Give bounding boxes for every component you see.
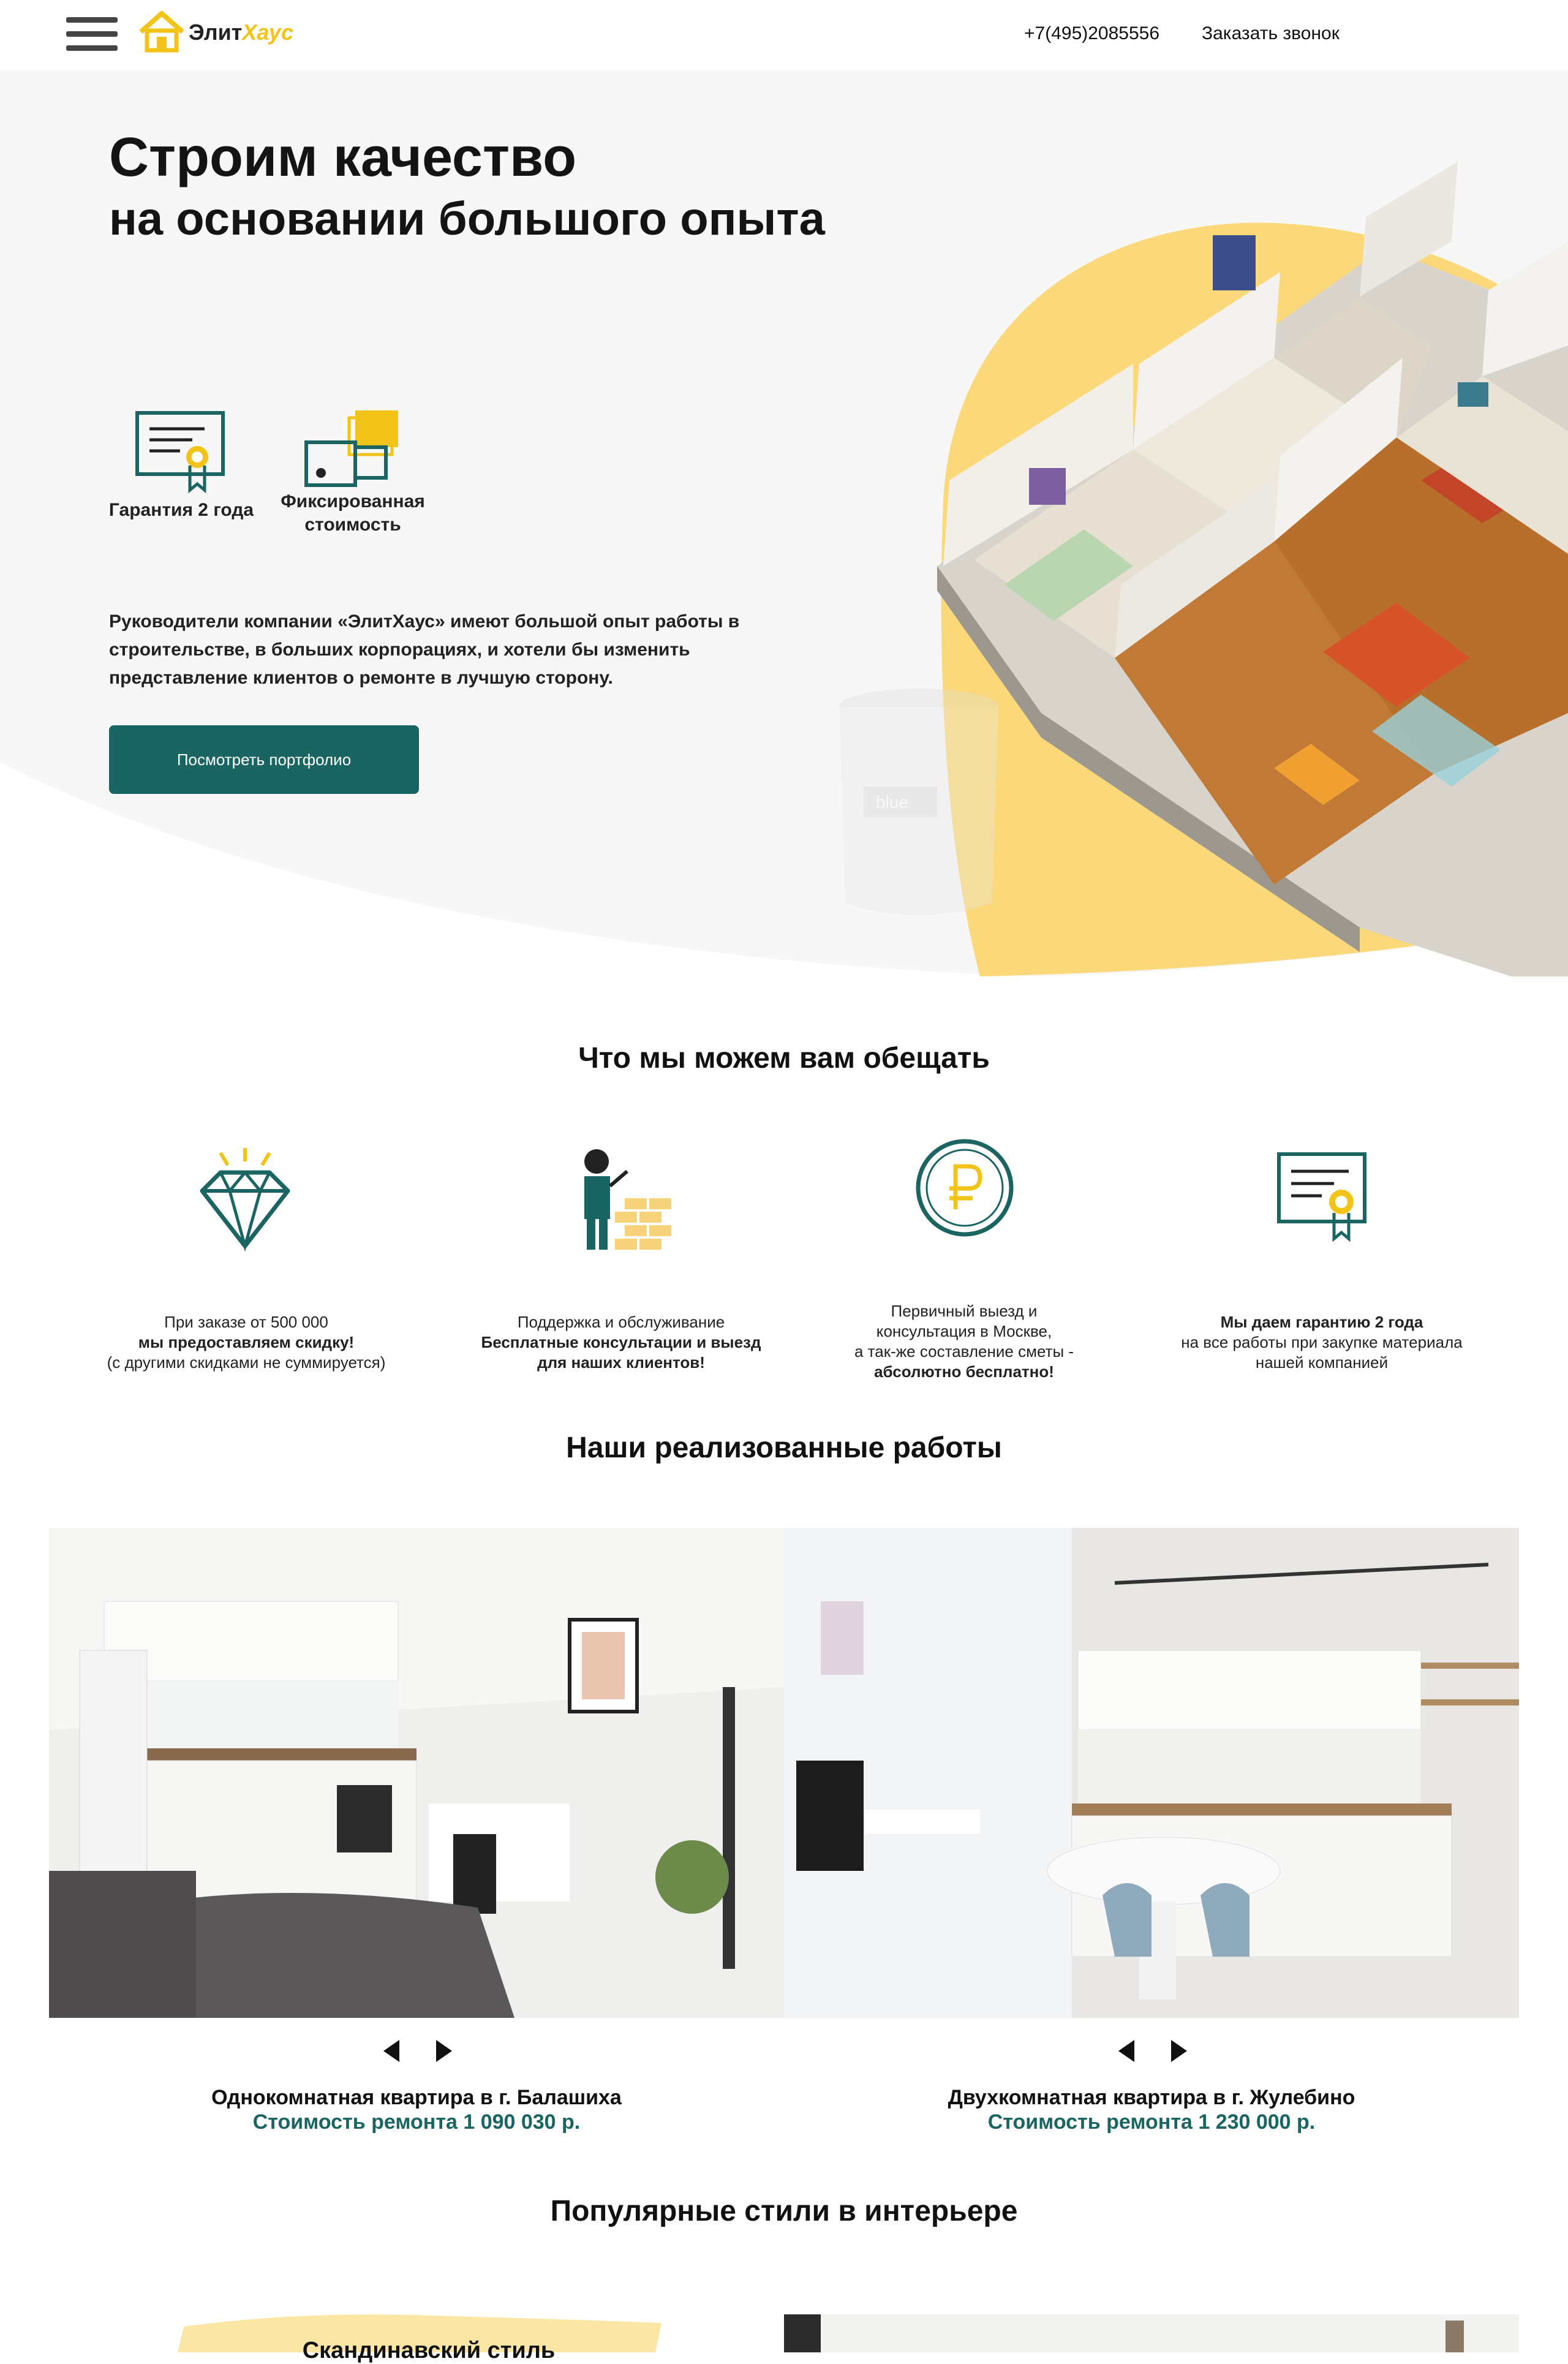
promises-title: Что мы можем вам обещать [578, 1042, 990, 1074]
promise-line: Мы даем гарантию 2 года [1220, 1313, 1423, 1331]
diamond-icon [200, 1148, 290, 1252]
promise-line: нашей компанией [1255, 1353, 1389, 1372]
apartment-3d-image [937, 162, 1568, 976]
certificate-icon [135, 411, 225, 494]
feature-warranty-label: Гарантия 2 года [108, 500, 254, 520]
promise-line: Первичный выезд и [891, 1302, 1038, 1320]
promise-line: При заказе от 500 000 [164, 1313, 328, 1331]
logo-text-part2: Хаус [242, 20, 293, 45]
prev-arrow-icon[interactable] [381, 2037, 403, 2064]
promise-warranty: Мы даем гарантию 2 года на все работы пр… [1163, 1312, 1481, 1373]
logo-text-part1: Элит [189, 20, 243, 45]
hero-description: Руководители компании «ЭлитХаус» имеют б… [109, 611, 740, 688]
header: ЭлитХаус +7(495)2085556 Заказать звонок [0, 0, 1568, 70]
promise-support: Поддержка и обслуживание Бесплатные конс… [462, 1312, 780, 1373]
promise-line: мы предоставляем скидку! [138, 1333, 355, 1351]
warranty-certificate-icon [1277, 1152, 1366, 1242]
promise-discount: При заказе от 500 000 мы предоставляем с… [87, 1312, 405, 1373]
builder-icon [584, 1149, 671, 1250]
promise-line: для наших клиентов! [537, 1353, 705, 1372]
promise-line: Бесплатные консультации и выезд [481, 1333, 761, 1351]
logo-text: ЭлитХаус [189, 20, 293, 45]
work-name: Однокомнатная квартира в г. Балашиха [211, 2086, 622, 2109]
promise-line: на все работы при закупке материала [1181, 1333, 1463, 1351]
work-caption-balashikha: Однокомнатная квартира в г. Балашиха Сто… [49, 2085, 784, 2134]
ruble-coin-icon [916, 1139, 1014, 1237]
bucket-label: blue [876, 793, 908, 812]
hero-section: Строим качество на основании большого оп… [0, 70, 1568, 976]
promise-line: Поддержка и обслуживание [517, 1313, 725, 1331]
works-title: Наши реализованные работы [566, 1432, 1002, 1464]
work-photo-balashikha[interactable] [49, 1528, 784, 2018]
promise-line: абсолютно бесплатно! [874, 1362, 1054, 1381]
prev-arrow-icon[interactable] [1116, 2037, 1138, 2064]
promise-line: а так-же составление сметы - [854, 1342, 1074, 1361]
hero-title: Строим качество [109, 127, 577, 188]
work-price: Стоимость ремонта 1 090 030 р. [252, 2110, 581, 2134]
kitchen-photo-1 [49, 1528, 784, 2018]
work-caption-zhulebino: Двухкомнатная квартира в г. Жулебино Сто… [784, 2085, 1519, 2134]
work-price: Стоимость ремонта 1 230 000 р. [987, 2110, 1316, 2134]
menu-icon[interactable] [66, 17, 118, 51]
work-name: Двухкомнатная квартира в г. Жулебино [948, 2086, 1355, 2109]
feature-fixed-price-label: Фиксированная стоимость [281, 491, 425, 535]
next-arrow-icon[interactable] [1167, 2037, 1189, 2064]
next-arrow-icon[interactable] [432, 2037, 454, 2064]
hand-money-icon [304, 410, 398, 487]
promise-consultation: Первичный выезд и консультация в Москве,… [805, 1301, 1123, 1382]
work-photo-zhulebino[interactable] [784, 1528, 1519, 2018]
styles-title: Популярные стили в интерьере [550, 2195, 1018, 2227]
hero-subtitle: на основании большого опыта [109, 193, 825, 245]
promise-line: консультация в Москве, [876, 1322, 1052, 1340]
style-photo[interactable] [784, 2314, 1519, 2352]
callback-link[interactable]: Заказать звонок [1202, 23, 1340, 44]
style-card-title[interactable]: Скандинавский стиль [270, 2338, 588, 2364]
kitchen-photo-2 [784, 1528, 1519, 2018]
phone-link[interactable]: +7(495)2085556 [1024, 23, 1159, 44]
house-logo-icon [139, 11, 184, 53]
portfolio-button[interactable]: Посмотреть портфолио [109, 725, 419, 794]
promise-line: (с другими скидками не суммируется) [107, 1353, 386, 1372]
